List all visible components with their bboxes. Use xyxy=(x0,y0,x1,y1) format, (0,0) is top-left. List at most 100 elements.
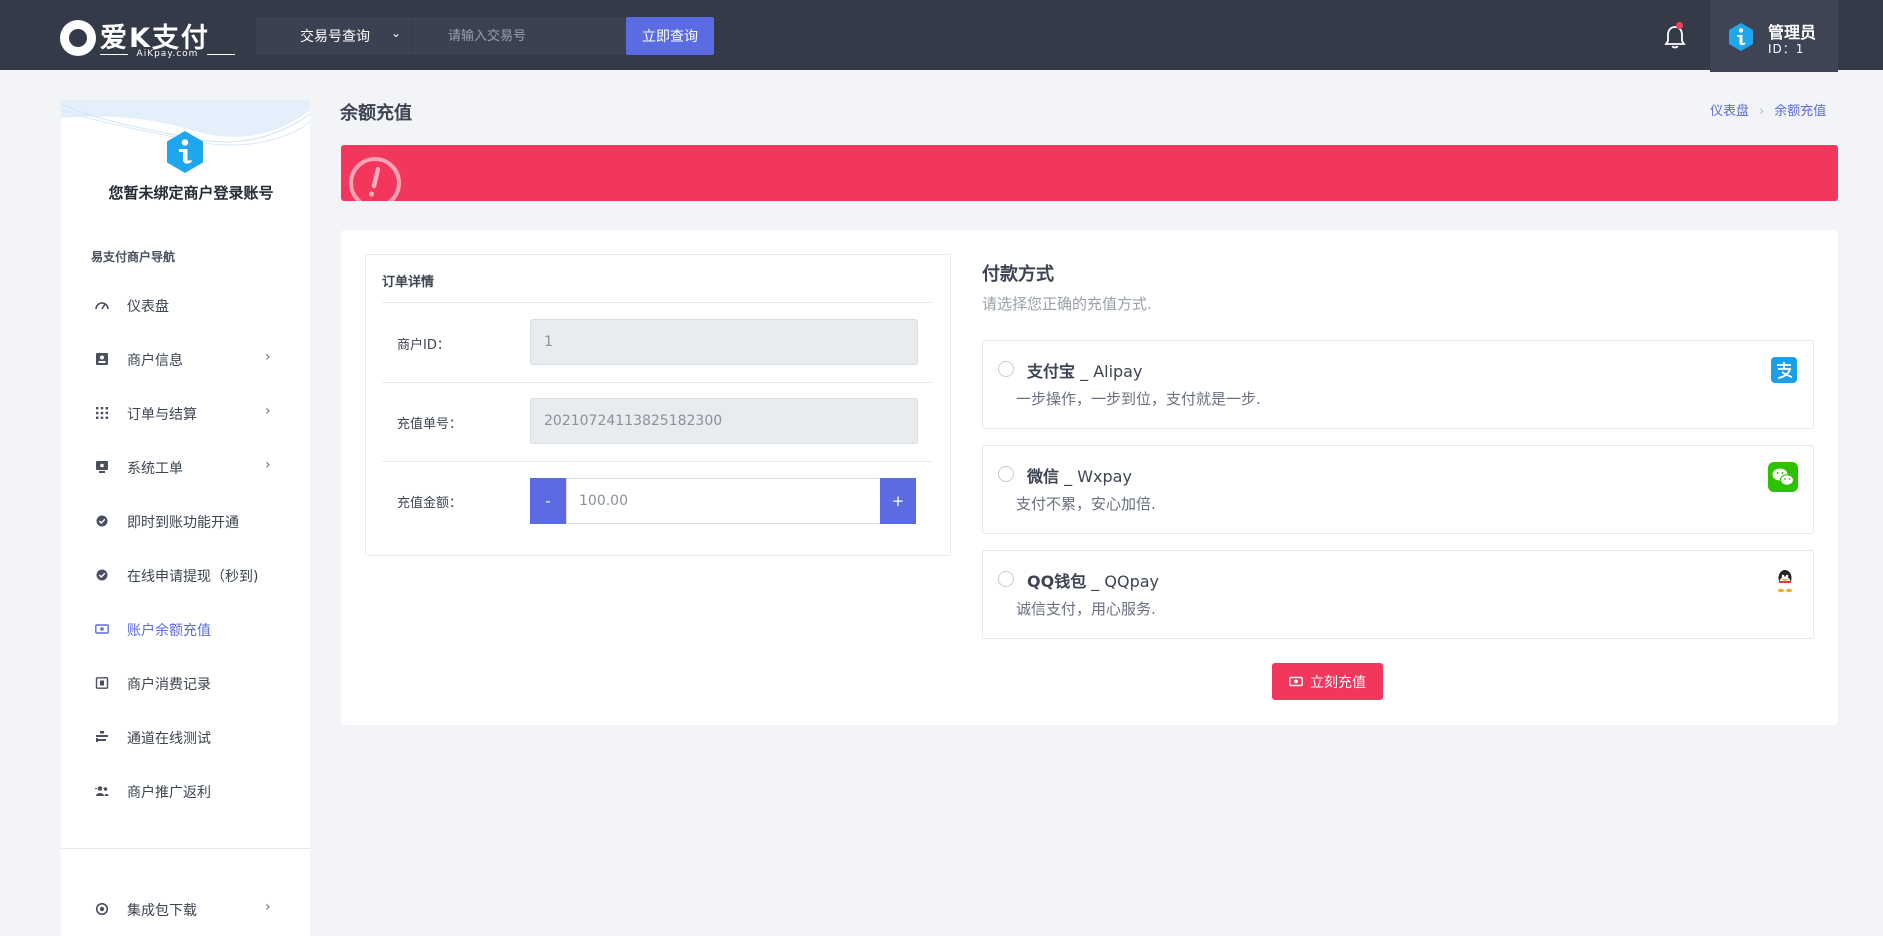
payment-method-title: 付款方式 xyxy=(982,264,1054,285)
unbound-account-message: 您暂未绑定商户登录账号 xyxy=(108,184,274,202)
transaction-search: 交易号查询 ⌄ 立即查询 xyxy=(256,17,714,55)
sidebar-item-referral[interactable]: 商户推广返利 xyxy=(61,771,310,811)
breadcrumb: 仪表盘 › 余额充值 xyxy=(1710,100,1826,119)
wechat-icon xyxy=(1768,462,1798,492)
receipt-icon xyxy=(95,677,109,689)
payment-name-en: _ Wxpay xyxy=(1059,467,1132,486)
sidebar-item-withdraw[interactable]: 在线申请提现（秒到) xyxy=(61,555,310,595)
divider xyxy=(382,302,932,303)
top-navbar: 爱K支付 AiKpay.com 交易号查询 ⌄ 立即查询 管理员 ID：1 xyxy=(0,0,1883,72)
sidebar-divider xyxy=(61,848,310,849)
bell-icon[interactable] xyxy=(1663,24,1687,50)
payment-option-alipay[interactable]: 支付宝 _ Alipay 一步操作，一步到位，支付就是一步. xyxy=(982,340,1814,429)
transaction-search-input[interactable] xyxy=(411,17,626,55)
brand-logo[interactable]: 爱K支付 AiKpay.com xyxy=(60,16,235,59)
sidebar-item-label: 通道在线测试 xyxy=(127,731,211,747)
sidebar-item-label: 账户余额充值 xyxy=(127,623,211,639)
payment-option-desc: 支付不累，安心加倍. xyxy=(1016,495,1156,513)
sidebar-item-dashboard[interactable]: 仪表盘 xyxy=(61,285,310,325)
recharge-submit-label: 立刻充值 xyxy=(1310,674,1366,691)
id-card-icon xyxy=(96,353,108,365)
amount-decrease-button[interactable]: - xyxy=(530,478,566,524)
chevron-right-icon: › xyxy=(265,403,271,419)
info-logo-icon xyxy=(167,131,203,173)
chevron-right-icon: › xyxy=(265,899,271,915)
sidebar-item-consumption-records[interactable]: 商户消费记录 xyxy=(61,663,310,703)
payment-radio[interactable] xyxy=(998,571,1014,587)
amount-label: 充值金额： xyxy=(397,496,463,511)
money-icon xyxy=(1289,676,1303,687)
payment-option-name: 微信 _ Wxpay xyxy=(1027,463,1132,487)
sidebar-item-orders[interactable]: 订单与结算 › xyxy=(61,393,310,433)
ticket-icon xyxy=(96,461,108,473)
order-number-label: 充值单号： xyxy=(397,417,463,432)
wallet-icon xyxy=(95,624,109,634)
check-badge-icon xyxy=(96,515,108,527)
amount-input[interactable] xyxy=(566,478,882,524)
amount-increase-button[interactable]: + xyxy=(880,478,916,524)
users-icon xyxy=(95,786,109,796)
user-id: ID：1 xyxy=(1768,42,1805,56)
sidebar-item-label: 集成包下载 xyxy=(127,903,197,919)
sidebar-item-label: 即时到账功能开通 xyxy=(127,515,239,531)
download-icon xyxy=(95,903,109,915)
sidebar-item-label: 商户消费记录 xyxy=(127,677,211,693)
order-number-field xyxy=(530,398,918,444)
payment-name-en: _ Alipay xyxy=(1075,362,1143,381)
user-menu[interactable]: 管理员 ID：1 xyxy=(1710,0,1838,72)
divider xyxy=(382,382,932,383)
search-type-label: 交易号查询 xyxy=(300,29,370,45)
search-type-select[interactable]: 交易号查询 ⌄ xyxy=(256,17,411,55)
alert-banner xyxy=(341,145,1838,201)
sidebar-item-tickets[interactable]: 系统工单 › xyxy=(61,447,310,487)
sidebar-item-instant-settlement[interactable]: 即时到账功能开通 xyxy=(61,501,310,541)
divider xyxy=(382,461,932,462)
sidebar-item-channel-test[interactable]: 通道在线测试 xyxy=(61,717,310,757)
grid-icon xyxy=(96,407,108,419)
alipay-icon xyxy=(1771,357,1797,383)
payment-option-desc: 诚信支付，用心服务. xyxy=(1016,600,1156,618)
test-icon xyxy=(96,731,108,742)
sidebar: 您暂未绑定商户登录账号 易支付商户导航 仪表盘 商户信息 › 订单与结算 › 系… xyxy=(61,100,310,936)
sidebar-item-label: 商户推广返利 xyxy=(127,785,211,801)
breadcrumb-dashboard[interactable]: 仪表盘 xyxy=(1710,104,1749,119)
merchant-id-label: 商户ID： xyxy=(397,338,450,353)
exclamation-icon xyxy=(349,157,401,201)
brand-domain: AiKpay.com xyxy=(100,48,235,59)
check-badge-icon xyxy=(96,569,108,581)
breadcrumb-separator: › xyxy=(1759,104,1765,119)
notification-dot xyxy=(1676,22,1683,29)
order-details-title: 订单详情 xyxy=(382,275,435,290)
chevron-right-icon: › xyxy=(265,349,271,365)
payment-option-qq[interactable]: QQ钱包 _ QQpay 诚信支付，用心服务. xyxy=(982,550,1814,639)
qq-icon xyxy=(1778,570,1792,593)
payment-radio[interactable] xyxy=(998,361,1014,377)
sidebar-item-label: 订单与结算 xyxy=(127,407,197,423)
sidebar-item-label: 商户信息 xyxy=(127,353,183,369)
payment-name-cn: 微信 xyxy=(1027,467,1060,486)
merchant-id-field xyxy=(530,319,918,365)
avatar xyxy=(1729,23,1753,51)
dashboard-icon xyxy=(95,302,109,310)
sidebar-item-merchant-info[interactable]: 商户信息 › xyxy=(61,339,310,379)
search-button[interactable]: 立即查询 xyxy=(626,17,714,55)
chevron-down-icon: ⌄ xyxy=(390,26,401,40)
payment-option-name: 支付宝 _ Alipay xyxy=(1027,358,1142,382)
sidebar-item-label: 仪表盘 xyxy=(127,299,169,315)
payment-option-name: QQ钱包 _ QQpay xyxy=(1027,568,1159,592)
sidebar-item-label: 系统工单 xyxy=(127,461,183,477)
sidebar-item-balance-recharge[interactable]: 账户余额充值 xyxy=(61,609,310,649)
sidebar-section-title: 易支付商户导航 xyxy=(91,250,176,264)
payment-name-en: _ QQpay xyxy=(1086,572,1160,591)
page-title: 余额充值 xyxy=(340,103,412,124)
payment-method-subtitle: 请选择您正确的充值方式. xyxy=(982,295,1152,313)
payment-option-desc: 一步操作，一步到位，支付就是一步. xyxy=(1016,390,1261,408)
payment-name-cn: 支付宝 xyxy=(1027,362,1076,381)
breadcrumb-current: 余额充值 xyxy=(1774,104,1827,119)
payment-name-cn: QQ钱包 xyxy=(1027,572,1087,591)
recharge-submit-button[interactable]: 立刻充值 xyxy=(1272,663,1383,700)
payment-option-wechat[interactable]: 微信 _ Wxpay 支付不累，安心加倍. xyxy=(982,445,1814,534)
chevron-right-icon: › xyxy=(265,457,271,473)
sidebar-item-sdk-download[interactable]: 集成包下载 › xyxy=(61,889,310,929)
payment-radio[interactable] xyxy=(998,466,1014,482)
